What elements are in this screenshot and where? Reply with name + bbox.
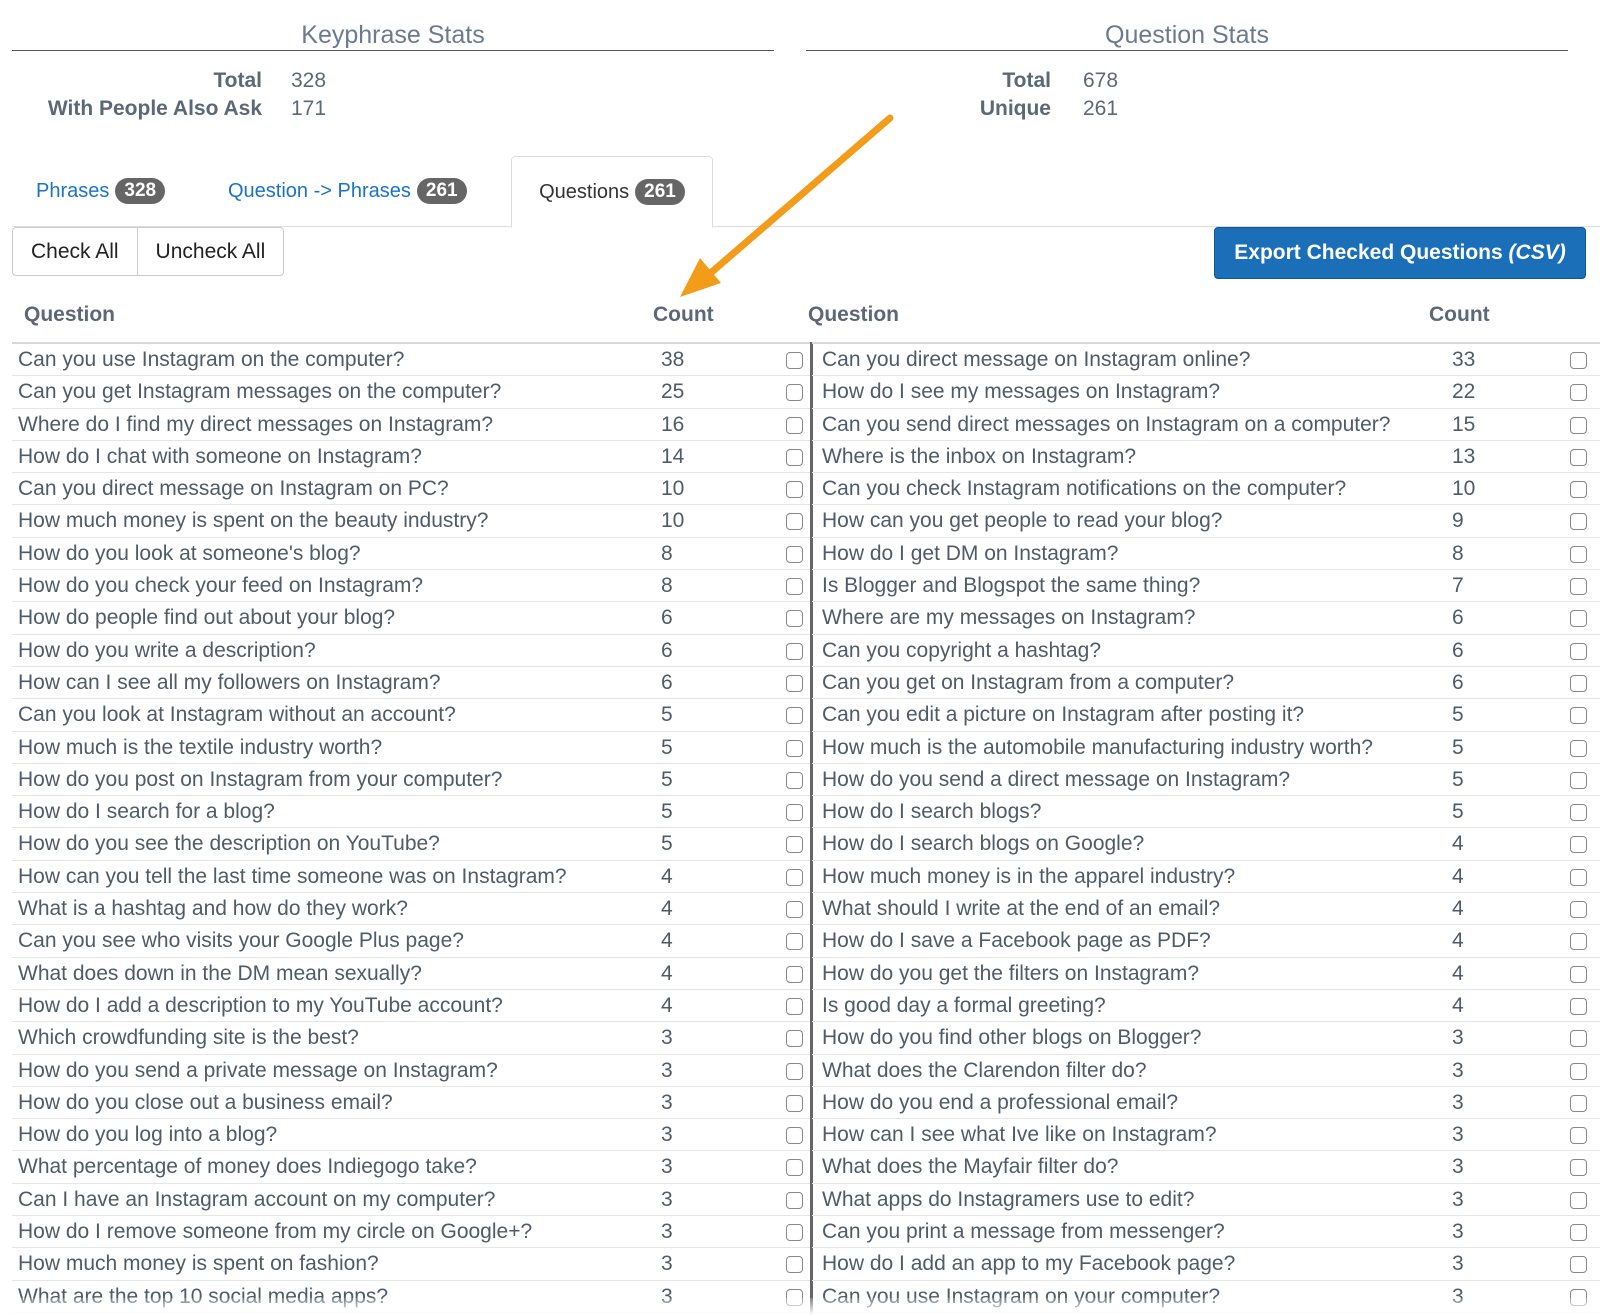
annotation-arrow: [680, 114, 894, 297]
arrow-head: [680, 258, 721, 297]
arrow-shaft: [702, 114, 894, 281]
